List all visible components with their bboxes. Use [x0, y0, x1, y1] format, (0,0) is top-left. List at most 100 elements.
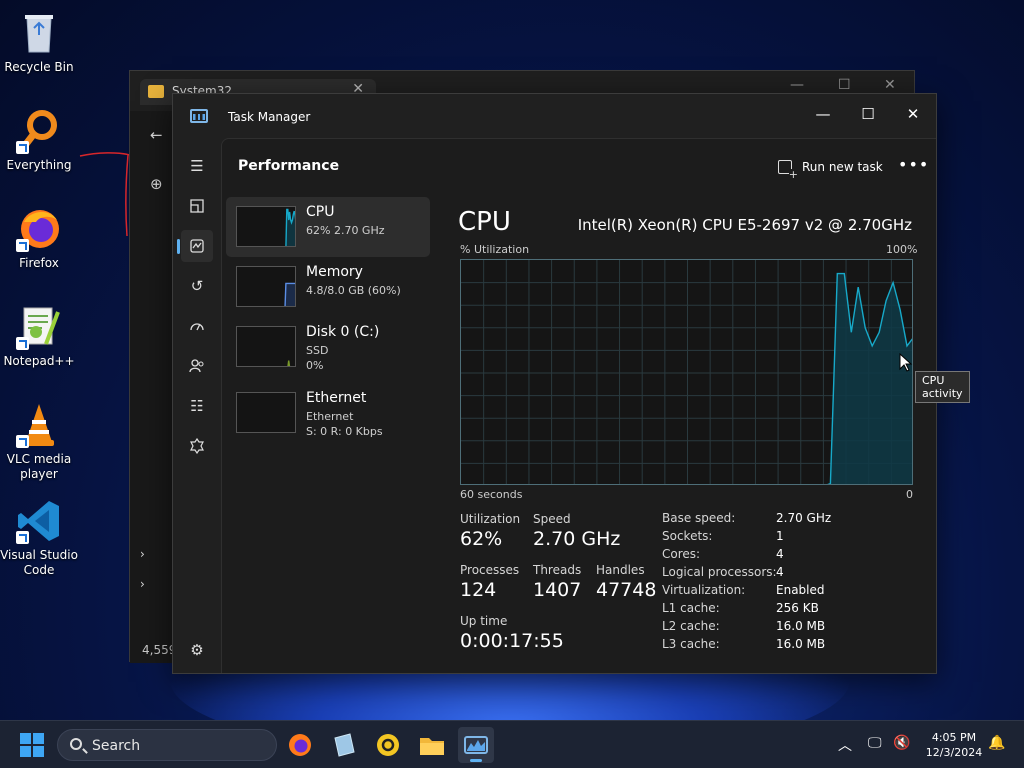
chevron-right-icon[interactable]: › — [140, 547, 145, 561]
desktop-icon-firefox[interactable]: Firefox — [0, 206, 78, 271]
graph-tooltip: CPU activity — [915, 371, 970, 403]
more-options-button[interactable]: ••• — [898, 153, 928, 181]
x-axis-left-label: 60 seconds — [460, 488, 523, 501]
taskbar-notepad[interactable] — [326, 727, 362, 763]
start-button[interactable] — [20, 733, 44, 757]
y-axis-label: % Utilization — [460, 243, 530, 256]
disk-thumbnail-graph — [236, 326, 296, 367]
minimize-button[interactable]: — — [800, 100, 846, 128]
explorer-sidebar: ← ⊕ › › — [130, 111, 174, 663]
taskbar-app-yellow[interactable] — [370, 727, 406, 763]
search-icon — [70, 738, 82, 750]
spec-value: 16.0 MB — [776, 619, 826, 633]
performance-icon[interactable] — [177, 230, 213, 262]
spec-value: 2.70 GHz — [776, 511, 832, 525]
resource-item-disk[interactable]: Disk 0 (C:) SSD 0% — [226, 317, 430, 377]
new-item-icon[interactable]: ⊕ — [150, 175, 163, 193]
nav-rail: ☰ ↺ ☷ ⚙ — [173, 138, 221, 674]
startup-apps-icon[interactable] — [181, 310, 213, 342]
notification-bell-icon[interactable]: 🔔 — [988, 735, 1005, 751]
resource-item-cpu[interactable]: CPU 62% 2.70 GHz — [226, 197, 430, 257]
details-list-icon[interactable]: ☷ — [181, 390, 213, 422]
resource-name: CPU — [306, 204, 335, 220]
maximize-button[interactable]: ☐ — [845, 100, 891, 128]
desktop-icon-vscode[interactable]: Visual Studio Code — [0, 498, 78, 578]
uptime-value: 0:00:17:55 — [460, 630, 564, 652]
resource-sub: 0% — [306, 359, 324, 372]
folder-icon — [420, 738, 444, 755]
search-input[interactable] — [92, 736, 262, 756]
spec-key: L1 cache: — [662, 601, 720, 615]
taskbar-file-explorer[interactable] — [414, 727, 450, 763]
taskbar-task-manager[interactable] — [458, 727, 494, 763]
taskbar-firefox[interactable] — [282, 727, 318, 763]
resource-item-memory[interactable]: Memory 4.8/8.0 GB (60%) — [226, 257, 430, 317]
clock-time: 4:05 PM — [931, 731, 977, 744]
resource-sub: SSD — [306, 344, 329, 357]
resource-item-ethernet[interactable]: Ethernet Ethernet S: 0 R: 0 Kbps — [226, 383, 430, 443]
back-arrow-icon[interactable]: ← — [150, 126, 163, 144]
x-axis-right-label: 0 — [906, 488, 913, 501]
app-history-icon[interactable]: ↺ — [181, 270, 213, 302]
explorer-minimize-icon[interactable]: — — [790, 77, 804, 93]
network-icon[interactable]: 🖵 — [868, 735, 882, 751]
explorer-close-icon[interactable]: ✕ — [884, 77, 896, 93]
run-new-task-button[interactable]: Run new task — [776, 153, 883, 181]
task-manager-logo-icon — [190, 109, 208, 123]
spec-value: 4 — [776, 565, 784, 579]
series-line — [287, 360, 291, 366]
cpu-utilization-graph[interactable] — [460, 259, 913, 485]
utilization-value: 62% — [460, 528, 503, 550]
folder-icon — [148, 85, 164, 98]
clock-date: 12/3/2024 — [925, 746, 983, 759]
task-manager-window[interactable]: Task Manager — ☐ ✕ ☰ ↺ ☷ ⚙ Performance R… — [172, 93, 970, 674]
spec-value: 1 — [776, 529, 784, 543]
explorer-maximize-icon[interactable]: ☐ — [838, 77, 851, 93]
threads-value: 1407 — [533, 579, 582, 601]
memory-thumbnail-graph — [236, 266, 296, 307]
clock[interactable]: 4:05 PM 12/3/2024 — [916, 730, 992, 760]
spec-value: 4 — [776, 547, 784, 561]
taskbar-search[interactable] — [57, 729, 277, 761]
recycle-bin-icon — [16, 10, 62, 56]
close-button[interactable]: ✕ — [890, 100, 936, 128]
resource-sub: S: 0 R: 0 Kbps — [306, 425, 383, 438]
desktop-icon-label: VLC media player — [6, 452, 72, 481]
title-bar[interactable]: Task Manager — ☐ ✕ — [173, 94, 936, 138]
spec-key: L2 cache: — [662, 619, 720, 633]
processes-icon[interactable] — [181, 190, 213, 222]
desktop-icon-vlc[interactable]: VLC media player — [0, 402, 78, 482]
users-icon[interactable] — [181, 350, 213, 382]
desktop-icon-everything[interactable]: Everything — [0, 108, 78, 173]
task-manager-icon — [464, 736, 488, 754]
spec-key: Base speed: — [662, 511, 736, 525]
y-axis-max-label: 100% — [886, 243, 918, 256]
desktop-icon-label: Everything — [6, 158, 72, 172]
spec-key: Cores: — [662, 547, 701, 561]
speed-label: Speed — [533, 512, 571, 526]
volume-muted-icon[interactable]: 🔇 — [893, 735, 910, 751]
desktop-icon-recycle-bin[interactable]: Recycle Bin — [0, 10, 78, 75]
speed-value: 2.70 GHz — [533, 528, 621, 550]
handles-value: 47748 — [596, 579, 657, 601]
hamburger-menu-icon[interactable]: ☰ — [181, 150, 213, 182]
desktop-icon-label: Notepad++ — [3, 354, 75, 368]
processes-value: 124 — [460, 579, 497, 601]
detail-title: CPU — [458, 207, 511, 237]
spec-value: 256 KB — [776, 601, 819, 615]
tray-overflow-chevron-icon[interactable]: ︿ — [838, 735, 852, 755]
performance-page: Performance Run new task ••• CPU 62% 2.7… — [221, 138, 970, 673]
firefox-icon — [289, 734, 311, 756]
shortcut-arrow-icon — [16, 239, 29, 252]
spec-key: Virtualization: — [662, 583, 746, 597]
resource-sub: Ethernet — [306, 410, 354, 423]
chevron-right-icon[interactable]: › — [140, 577, 145, 591]
cpu-model: Intel(R) Xeon(R) CPU E5-2697 v2 @ 2.70GH… — [577, 216, 912, 234]
services-icon[interactable] — [181, 430, 213, 462]
resource-sub: 4.8/8.0 GB (60%) — [306, 284, 401, 297]
desktop-icon-notepadpp[interactable]: Notepad++ — [0, 304, 78, 369]
spec-key: L3 cache: — [662, 637, 720, 651]
shortcut-arrow-icon — [16, 435, 29, 448]
settings-gear-icon[interactable]: ⚙ — [181, 634, 213, 666]
page-title: Performance — [238, 158, 340, 174]
